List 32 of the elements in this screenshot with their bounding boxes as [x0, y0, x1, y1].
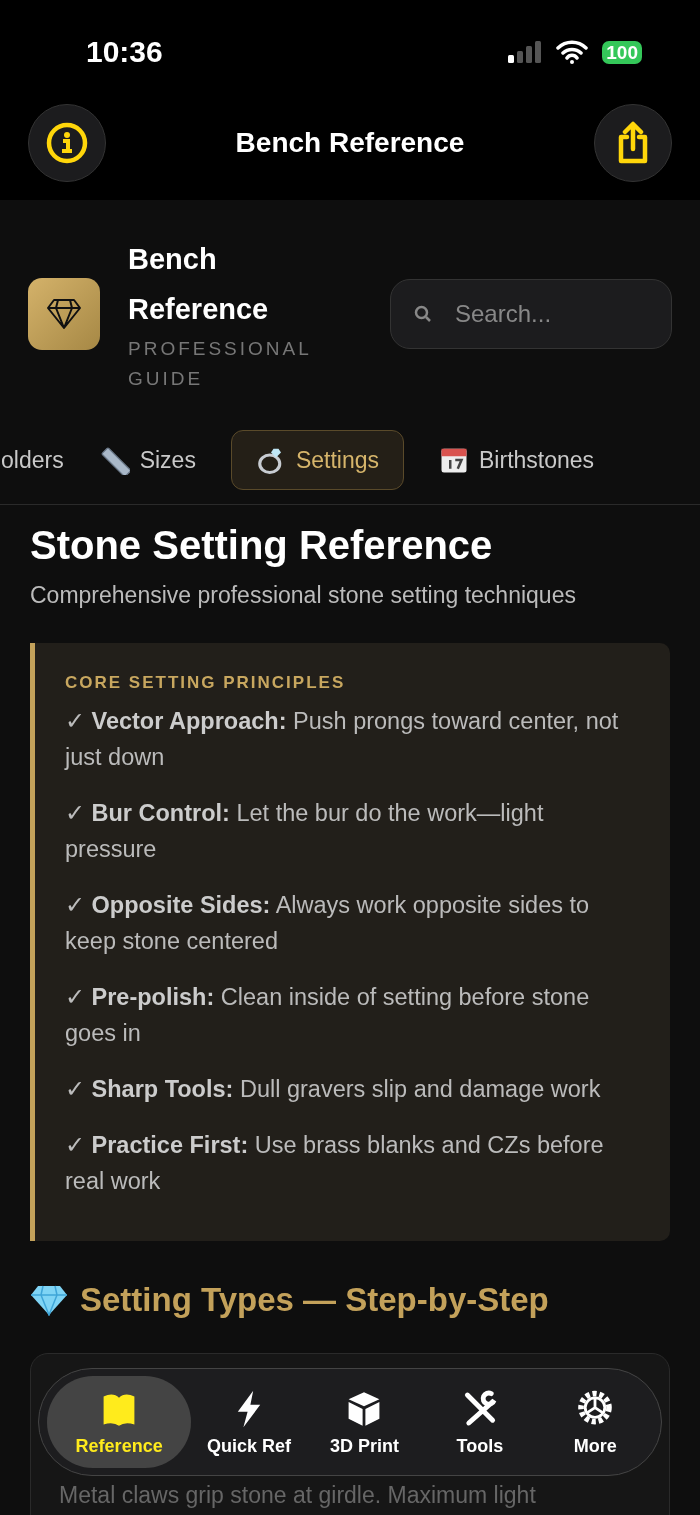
signal-icon	[508, 41, 543, 63]
tab-bar-item[interactable]: Quick Ref	[191, 1376, 307, 1468]
search-icon	[414, 305, 432, 323]
page-subtitle: Comprehensive professional stone setting techniques	[30, 582, 577, 609]
status-time: 10:36	[86, 35, 163, 69]
principle-item: ✓ Sharp Tools: Dull gravers slip and damage work	[65, 1075, 602, 1104]
app-title: Bench Reference	[128, 242, 270, 327]
tab-bar-item[interactable]: 3D Print	[306, 1376, 423, 1468]
category-tab[interactable]: Sizes	[98, 430, 197, 490]
tab-bar-item[interactable]: Tools	[422, 1376, 538, 1468]
section-title: Setting Types — Step-by-Step	[80, 1281, 549, 1319]
search-field[interactable]: Search...	[390, 279, 672, 349]
battery-level: 100	[602, 40, 642, 64]
principle-item: ✓ Pre-polish: Clean inside of setting before stone goes in	[65, 983, 591, 1048]
principle-item: ✓ Opposite Sides: Always work opposite sides to keep stone centered	[65, 891, 591, 956]
diamond-logo	[28, 278, 100, 350]
category-tab[interactable]: olders	[0, 431, 65, 489]
principle-item: ✓ Bur Control: Let the bur do the work—light pressure	[65, 799, 545, 864]
category-tab[interactable]: Birthstones	[438, 430, 596, 490]
wifi-icon	[556, 40, 589, 64]
tab-bar-item[interactable]: More	[537, 1376, 653, 1468]
card-text: Metal claws grip stone at girdle. Maximum light	[59, 1482, 536, 1508]
gem-icon	[30, 1284, 68, 1316]
app-subtitle: PROFESSIONAL GUIDE	[128, 337, 313, 391]
category-tab[interactable]: Settings	[230, 430, 404, 490]
info-icon	[45, 121, 89, 165]
page-title: Stone Setting Reference	[30, 523, 494, 568]
nav-title: Bench Reference	[235, 127, 465, 159]
principle-item: ✓ Practice First: Use brass blanks and CZs before real work	[65, 1131, 605, 1196]
principle-item: ✓ Vector Approach: Push prongs toward center, not just down	[65, 707, 620, 772]
card-heading: CORE SETTING PRINCIPLES	[65, 673, 347, 693]
tab-bar-item[interactable]: Reference	[47, 1376, 192, 1468]
